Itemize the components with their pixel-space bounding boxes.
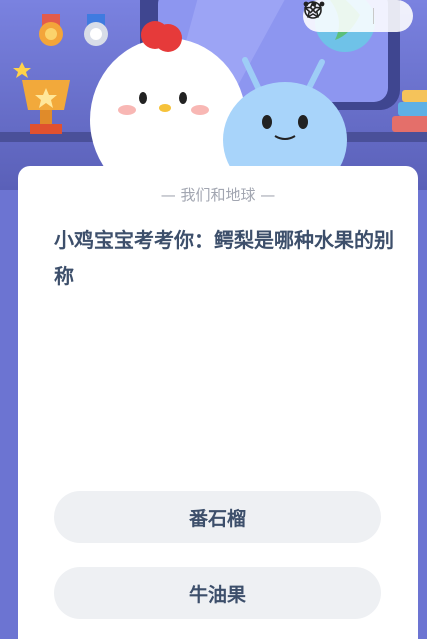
question-text: 小鸡宝宝考考你：鳄梨是哪种水果的别称	[54, 228, 394, 288]
header-illustration	[0, 0, 427, 190]
capsule-divider	[372, 8, 374, 24]
answer-option-1[interactable]: 番石榴	[54, 491, 381, 543]
quiz-subject: — 我们和地球 —	[160, 186, 276, 204]
gold-medal-icon	[39, 14, 63, 46]
silver-medal-icon	[84, 14, 108, 46]
trophy-icon	[13, 62, 70, 134]
quiz-screen: — 我们和地球 — 小鸡宝宝考考你：鳄梨是哪种水果的别称 番石榴 牛油果	[0, 0, 427, 639]
mini-program-capsule	[303, 0, 413, 32]
answer-option-2[interactable]: 牛油果	[54, 567, 381, 619]
question-card: — 我们和地球 — 小鸡宝宝考考你：鳄梨是哪种水果的别称 番石榴 牛油果	[18, 166, 418, 639]
more-dots-icon[interactable]	[303, 1, 366, 28]
close-circle-icon[interactable]	[304, 1, 404, 28]
